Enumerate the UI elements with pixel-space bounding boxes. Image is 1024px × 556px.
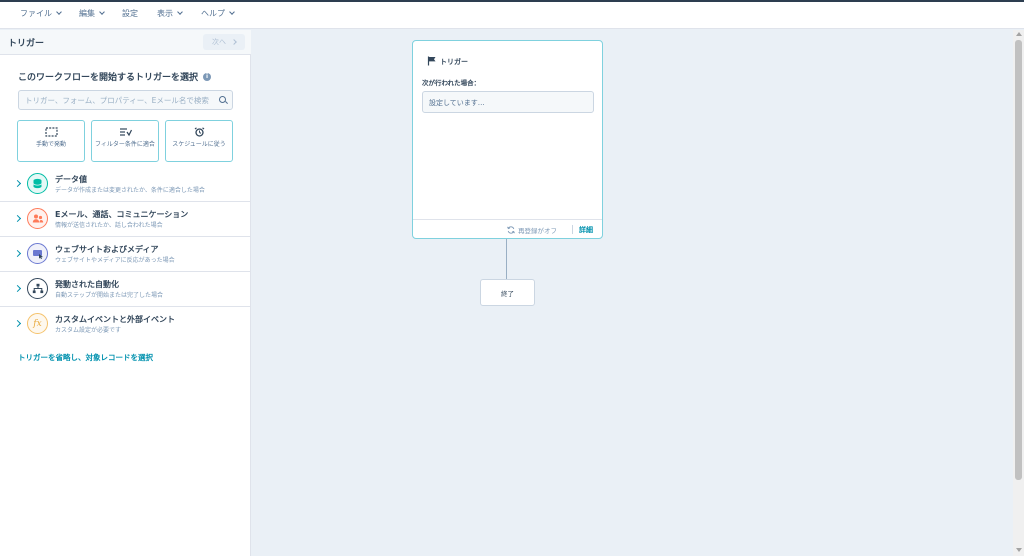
vertical-scrollbar[interactable] (1013, 30, 1024, 556)
flag-icon (427, 56, 436, 66)
category-desc: カスタム設定が必要です (55, 327, 122, 334)
search-input[interactable] (25, 94, 213, 107)
search-icon[interactable] (219, 96, 226, 103)
chevron-down-icon (177, 9, 183, 15)
chevron-down-icon (229, 9, 235, 15)
info-icon[interactable]: i (203, 72, 212, 81)
scroll-up-arrow-icon[interactable] (1016, 32, 1022, 36)
menu-settings-label: 設定 (122, 9, 138, 18)
menu-file-label: ファイル (20, 9, 52, 18)
workflow-icon (27, 278, 48, 299)
trigger-setup-box[interactable]: 設定しています… (422, 91, 594, 113)
reenrollment-toggle[interactable]: 再登録がオフ (507, 225, 557, 235)
trigger-heading: このワークフローを開始するトリガーを選択 i (18, 70, 212, 83)
category-title: 発動された自動化 (55, 280, 119, 289)
category-desc: ウェブサイトやメディアに反応があった場合 (55, 257, 175, 264)
menu-edit-label: 編集 (79, 9, 95, 18)
next-button[interactable]: 次へ (203, 34, 245, 50)
category-custom-events[interactable]: fx カスタムイベントと外部イベント カスタム設定が必要です (0, 307, 251, 342)
scroll-thumb[interactable] (1015, 40, 1022, 480)
panel-title: トリガー (8, 39, 45, 49)
filter-icon (120, 128, 132, 137)
category-data-values[interactable]: データ値 データが作成または変更されたか、条件に適合した場合 (0, 167, 251, 202)
category-title: ウェブサイトおよびメディア (55, 245, 159, 254)
next-button-label: 次へ (212, 38, 226, 46)
category-desc: データが作成または変更されたか、条件に適合した場合 (55, 187, 205, 194)
panel-header: トリガー 次へ (0, 30, 251, 55)
card-label: 次が行われた場合： (422, 79, 481, 87)
chevron-right-icon (13, 179, 22, 188)
chevron-right-icon (13, 249, 22, 258)
trigger-setup-text: 設定しています… (429, 99, 485, 107)
chevron-down-icon (56, 9, 62, 15)
tile-filter[interactable]: フィルター条件に適合 (91, 120, 159, 162)
category-title: データ値 (55, 175, 87, 184)
chevron-right-icon (13, 319, 22, 328)
tile-manual-trigger[interactable]: 手動で発動 (17, 120, 85, 162)
chevron-down-icon (99, 9, 105, 15)
tile-label: スケジュールに従う (172, 141, 226, 148)
category-desc: 自動ステップが開始または完了した場合 (55, 292, 164, 299)
people-icon (27, 208, 48, 229)
end-node[interactable]: 終了 (480, 279, 535, 306)
footer-divider (572, 225, 573, 234)
trigger-panel: トリガー 次へ このワークフローを開始するトリガーを選択 i 手動で発動 フィル… (0, 30, 251, 556)
flow-connector (506, 239, 507, 280)
category-website-media[interactable]: ウェブサイトおよびメディア ウェブサイトやメディアに反応があった場合 (0, 237, 251, 272)
trigger-heading-text: このワークフローを開始するトリガーを選択 (18, 73, 199, 83)
search-box (18, 90, 233, 110)
menu-help-label: ヘルプ (201, 9, 225, 18)
refresh-icon (507, 226, 515, 234)
alarm-clock-icon (194, 127, 205, 137)
chevron-right-icon (13, 214, 22, 223)
menu-bar: ファイル 編集 設定 表示 ヘルプ (0, 2, 1024, 29)
category-desc: 情報が送信されたか、話し合われた場合 (55, 222, 163, 229)
card-footer: 再登録がオフ 詳細 (413, 219, 602, 239)
category-title: カスタムイベントと外部イベント (55, 315, 175, 324)
end-node-label: 終了 (501, 289, 514, 298)
tile-label: フィルター条件に適合 (95, 141, 155, 148)
menu-view[interactable]: 表示 (157, 8, 183, 19)
details-link[interactable]: 詳細 (579, 225, 593, 235)
menu-view-label: 表示 (157, 9, 173, 18)
function-icon: fx (27, 313, 48, 334)
tile-schedule[interactable]: スケジュールに従う (165, 120, 233, 162)
manual-trigger-icon (45, 127, 58, 137)
trigger-card[interactable]: トリガー 次が行われた場合： 設定しています… 再登録がオフ 詳細 (412, 40, 603, 239)
category-title: Eメール、通話、コミュニケーション (55, 210, 189, 219)
reenrollment-label: 再登録がオフ (518, 227, 557, 235)
chevron-right-icon (13, 284, 22, 293)
category-automation[interactable]: 発動された自動化 自動ステップが開始または完了した場合 (0, 272, 251, 307)
menu-file[interactable]: ファイル (20, 8, 62, 19)
tile-label: 手動で発動 (35, 141, 66, 148)
database-icon (27, 173, 48, 194)
website-icon (27, 243, 48, 264)
chevron-right-icon (231, 39, 237, 45)
menu-help[interactable]: ヘルプ (201, 8, 235, 19)
scroll-down-arrow-icon[interactable] (1016, 548, 1022, 552)
skip-trigger-link[interactable]: トリガーを省略し、対象レコードを選択 (18, 352, 153, 363)
category-communications[interactable]: Eメール、通話、コミュニケーション 情報が送信されたか、話し合われた場合 (0, 202, 251, 237)
menu-settings[interactable]: 設定 (122, 8, 138, 19)
card-title: トリガー (440, 58, 468, 66)
menu-edit[interactable]: 編集 (79, 8, 105, 19)
